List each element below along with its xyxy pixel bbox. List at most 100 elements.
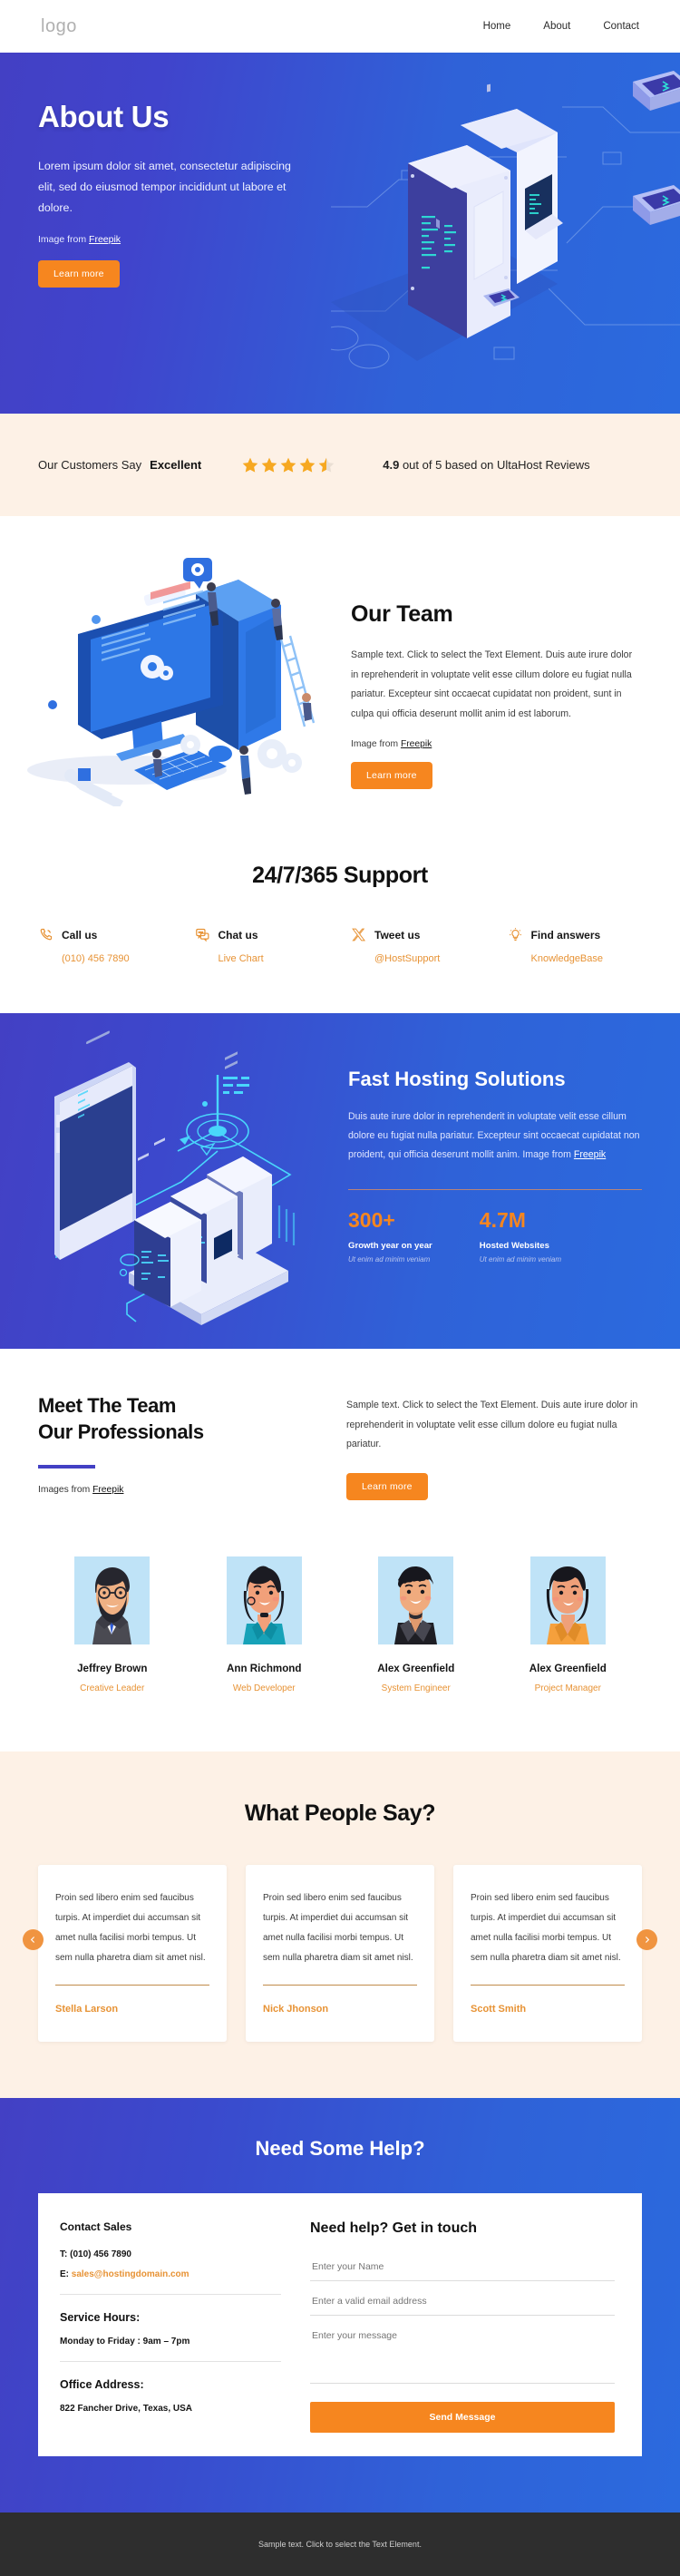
testimonials-section: What People Say? Proin sed libero enim s… xyxy=(0,1751,680,2099)
avatar-bearded-man-glasses-icon xyxy=(74,1556,151,1645)
meet-the-team-learn-more-button[interactable]: Learn more xyxy=(346,1473,428,1501)
our-team-learn-more-button[interactable]: Learn more xyxy=(351,761,432,789)
hero-credit-prefix: Image from xyxy=(38,233,90,245)
testimonial-text: Proin sed libero enim sed faucibus turpi… xyxy=(471,1893,621,1964)
need-help-section: Need Some Help? Contact Sales T: (010) 4… xyxy=(0,2098,680,2513)
reviews-score: 4.9 out of 5 based on UltaHost Reviews xyxy=(383,458,589,472)
support-items: Call us (010) 456 7890 Chat us Live Char… xyxy=(0,927,680,964)
fast-hosting-paragraph: Duis aute irure dolor in reprehenderit i… xyxy=(348,1107,642,1166)
meet-the-team-paragraph: Sample text. Click to select the Text El… xyxy=(346,1400,638,1450)
service-hours-title: Service Hours: xyxy=(60,2311,141,2325)
contact-phone-prefix: T: xyxy=(60,2249,71,2260)
fast-hosting-divider xyxy=(348,1188,642,1190)
meet-the-team-title: Meet The Team Our Professionals xyxy=(38,1392,346,1445)
our-team-credit-link[interactable]: Freepik xyxy=(401,739,432,749)
fast-hosting-credit-link[interactable]: Freepik xyxy=(574,1149,606,1160)
stat-growth-sub: Ut enim ad minim veniam xyxy=(348,1254,431,1264)
footer-text: Sample text. Click to select the Text El… xyxy=(258,2540,422,2550)
support-item-tweet-header: Tweet us xyxy=(351,927,497,942)
office-address-title: Office Address: xyxy=(60,2378,144,2392)
avatar xyxy=(529,1556,606,1645)
service-hours-value: Monday to Friday : 9am – 7pm xyxy=(60,2337,190,2347)
chevron-right-icon xyxy=(645,1937,650,1944)
our-team-credit-prefix: Image from xyxy=(351,738,401,749)
email-field[interactable] xyxy=(310,2289,615,2317)
team-member-card[interactable]: Alex Greenfield Project Manager xyxy=(492,1556,645,1693)
avatar xyxy=(226,1556,302,1645)
contact-email-link[interactable]: sales@hostingdomain.com xyxy=(72,2269,189,2279)
fast-hosting-section: Fast Hosting Solutions Duis aute irure d… xyxy=(0,1013,680,1349)
team-member-role: System Engineer xyxy=(381,1683,451,1694)
testimonial-author: Nick Jhonson xyxy=(263,2004,329,2015)
meet-the-team-heading-block: Meet The Team Our Professionals Images f… xyxy=(38,1392,346,1500)
site-logo[interactable]: logo xyxy=(41,16,77,37)
support-item-answers-label: Find answers xyxy=(530,928,601,942)
hero-learn-more-button[interactable]: Learn more xyxy=(38,259,120,288)
our-team-isometric-illustration xyxy=(27,558,316,806)
support-item-call-label: Call us xyxy=(62,928,98,942)
team-member-name: Alex Greenfield xyxy=(377,1663,455,1675)
testimonial-card: Proin sed libero enim sed faucibus turpi… xyxy=(453,1865,642,2043)
our-team-title: Our Team xyxy=(351,601,453,627)
hero-credit-link[interactable]: Freepik xyxy=(89,234,121,245)
need-help-title: Need Some Help? xyxy=(255,2137,425,2161)
hero-isometric-server-illustration xyxy=(331,71,680,369)
support-item-chat-link[interactable]: Live Chart xyxy=(195,953,341,964)
support-item-tweet-link[interactable]: @HostSupport xyxy=(351,953,497,964)
star-half-icon xyxy=(318,457,335,473)
avatar xyxy=(378,1556,454,1645)
fast-hosting-title: Fast Hosting Solutions xyxy=(348,1068,566,1090)
team-member-card[interactable]: Ann Richmond Web Developer xyxy=(189,1556,341,1693)
star-icon xyxy=(280,457,296,473)
testimonials-prev-button[interactable] xyxy=(23,1929,44,1951)
meet-the-team-image-credit: Images from Freepik xyxy=(38,1485,346,1495)
star-icon xyxy=(261,457,277,473)
support-section: 24/7/365 Support Call us (010) 456 7890 xyxy=(0,843,680,1013)
testimonial-card: Proin sed libero enim sed faucibus turpi… xyxy=(38,1865,227,2043)
message-field[interactable] xyxy=(310,2324,615,2385)
contact-phone-value: (010) 456 7890 xyxy=(70,2249,131,2260)
stat-hosted-label: Hosted Websites xyxy=(479,1240,549,1251)
contact-divider xyxy=(60,2361,281,2363)
support-item-answers-link[interactable]: KnowledgeBase xyxy=(508,953,654,964)
support-item-chat-header: Chat us xyxy=(195,927,341,942)
x-twitter-icon xyxy=(352,928,366,942)
stat-growth: 300+ Growth year on year Ut enim ad mini… xyxy=(348,1208,432,1264)
meet-credit-link[interactable]: Freepik xyxy=(92,1485,123,1495)
testimonials-title: What People Say? xyxy=(244,1800,436,1827)
support-item-call-link[interactable]: (010) 456 7890 xyxy=(38,953,184,964)
support-title: 24/7/365 Support xyxy=(252,863,428,888)
contact-form-title: Need help? Get in touch xyxy=(310,2220,478,2237)
star-icon xyxy=(242,457,258,473)
contact-info-panel: Contact Sales T: (010) 456 7890 E: sales… xyxy=(38,2193,303,2456)
testimonial-text: Proin sed libero enim sed faucibus turpi… xyxy=(55,1893,206,1964)
contact-sales-title: Contact Sales xyxy=(60,2220,132,2234)
support-item-chat-label: Chat us xyxy=(218,928,258,942)
stat-growth-label: Growth year on year xyxy=(348,1240,432,1251)
reviews-score-rest: out of 5 based on UltaHost Reviews xyxy=(399,458,590,472)
our-team-section: Our Team Sample text. Click to select th… xyxy=(0,516,680,843)
team-member-card[interactable]: Jeffrey Brown Creative Leader xyxy=(36,1556,189,1693)
nav-item-contact[interactable]: Contact xyxy=(603,21,639,32)
nav-item-home[interactable]: Home xyxy=(483,21,511,32)
avatar-woman-orange-top-icon xyxy=(529,1556,606,1645)
support-item-chat: Chat us Live Chart xyxy=(184,927,341,964)
fast-hosting-illustration-wrap xyxy=(0,1013,345,1349)
testimonial-author: Scott Smith xyxy=(471,2004,527,2015)
testimonials-next-button[interactable] xyxy=(636,1929,657,1951)
contact-email-prefix: E: xyxy=(60,2269,72,2280)
meet-the-team-copy-block: Sample text. Click to select the Text El… xyxy=(346,1392,642,1501)
team-member-name: Alex Greenfield xyxy=(529,1663,607,1675)
testimonial-divider xyxy=(55,1985,209,1986)
send-message-button[interactable]: Send Message xyxy=(310,2402,615,2434)
reviews-score-value: 4.9 xyxy=(383,458,400,472)
nav-links: Home About Contact xyxy=(483,21,639,32)
testimonial-text: Proin sed libero enim sed faucibus turpi… xyxy=(263,1893,413,1964)
office-address-value: 822 Fancher Drive, Texas, USA xyxy=(60,2404,192,2415)
hero-image-credit: Image from Freepik xyxy=(38,234,299,245)
name-field[interactable] xyxy=(310,2255,615,2282)
nav-item-about[interactable]: About xyxy=(543,21,570,32)
team-member-role: Web Developer xyxy=(232,1683,296,1694)
team-member-name: Ann Richmond xyxy=(227,1663,302,1675)
team-member-card[interactable]: Alex Greenfield System Engineer xyxy=(340,1556,492,1693)
